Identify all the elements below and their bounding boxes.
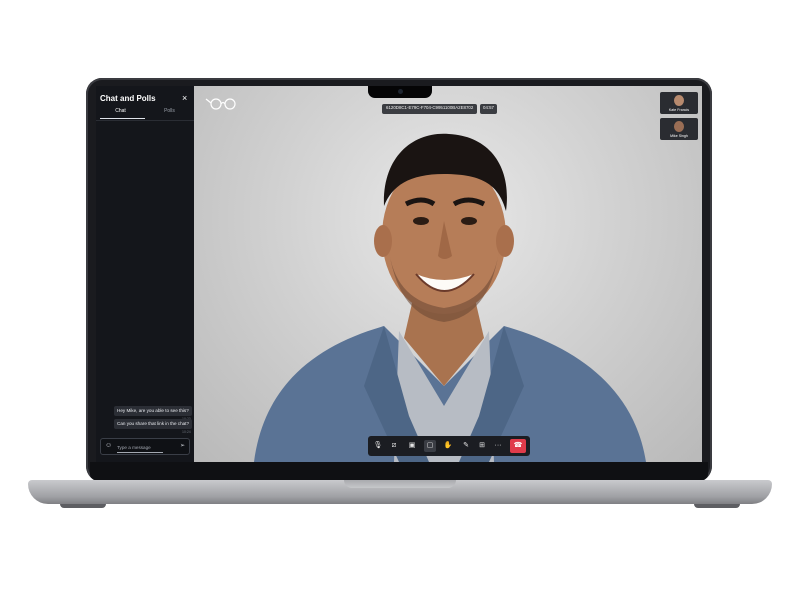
emoji-icon[interactable]: ☺ — [105, 442, 112, 449]
chat-message: Hey Mike, are you able to see this? — [114, 406, 192, 416]
more-icon[interactable]: ··· — [492, 440, 504, 452]
screen: Chat and Polls × Chat Polls Hey Mike, ar… — [96, 86, 702, 462]
sidebar-title: Chat and Polls — [100, 94, 156, 103]
speaker-video — [254, 133, 646, 462]
laptop-opening-notch — [344, 480, 456, 488]
call-timer: 04:57 — [480, 104, 497, 114]
send-icon[interactable]: ➢ — [180, 442, 185, 449]
divider — [96, 120, 194, 121]
chat-sidebar: Chat and Polls × Chat Polls Hey Mike, ar… — [96, 86, 194, 462]
share-screen-icon[interactable]: ▣ — [406, 440, 418, 452]
camera-notch — [368, 86, 432, 98]
participant-thumbnail[interactable]: Kate Francis — [660, 92, 698, 114]
raise-hand-icon[interactable]: ✋ — [442, 440, 454, 452]
participant-thumbnail[interactable]: Mike Singh — [660, 118, 698, 140]
microphone-icon[interactable]: 🎙 — [372, 440, 384, 452]
laptop-chin — [90, 462, 708, 480]
main-video: 6120D8C1-E79C-F704-C9951100BA2E8702 04:5… — [194, 86, 702, 462]
meeting-id: 6120D8C1-E79C-F704-C9951100BA2E8702 — [382, 104, 478, 114]
close-icon[interactable]: × — [182, 93, 187, 103]
laptop-foot — [60, 504, 106, 508]
call-controls: 🎙 ⧄ ▣ ▢ ✋ ✎ ⊞ ··· ☎ — [368, 436, 530, 456]
active-tab-indicator — [100, 118, 145, 119]
message-composer: ☺ ➢ — [100, 438, 190, 455]
chat-message: Can you share that link in the chat? — [114, 419, 193, 429]
avatar — [674, 121, 684, 132]
chat-message-time: 10:24 — [182, 430, 191, 434]
laptop-foot — [694, 504, 740, 508]
tab-chat[interactable]: Chat — [96, 108, 145, 114]
end-call-button[interactable]: ☎ — [510, 439, 526, 453]
reactions-icon[interactable]: ✎ — [460, 440, 472, 452]
grid-view-icon[interactable]: ⊞ — [476, 440, 488, 452]
camera-off-icon[interactable]: ⧄ — [388, 440, 400, 452]
sidebar-tabs: Chat Polls — [96, 108, 194, 120]
input-underline — [117, 452, 163, 453]
avatar — [674, 95, 684, 106]
chat-icon[interactable]: ▢ — [424, 440, 436, 452]
webcam-icon — [398, 89, 403, 94]
participant-name: Mike Singh — [670, 134, 688, 138]
tab-polls[interactable]: Polls — [145, 108, 194, 114]
app-logo-icon — [205, 98, 236, 110]
participant-name: Kate Francis — [668, 108, 690, 112]
message-input[interactable] — [117, 442, 177, 452]
laptop-frame: Chat and Polls × Chat Polls Hey Mike, ar… — [0, 0, 800, 600]
